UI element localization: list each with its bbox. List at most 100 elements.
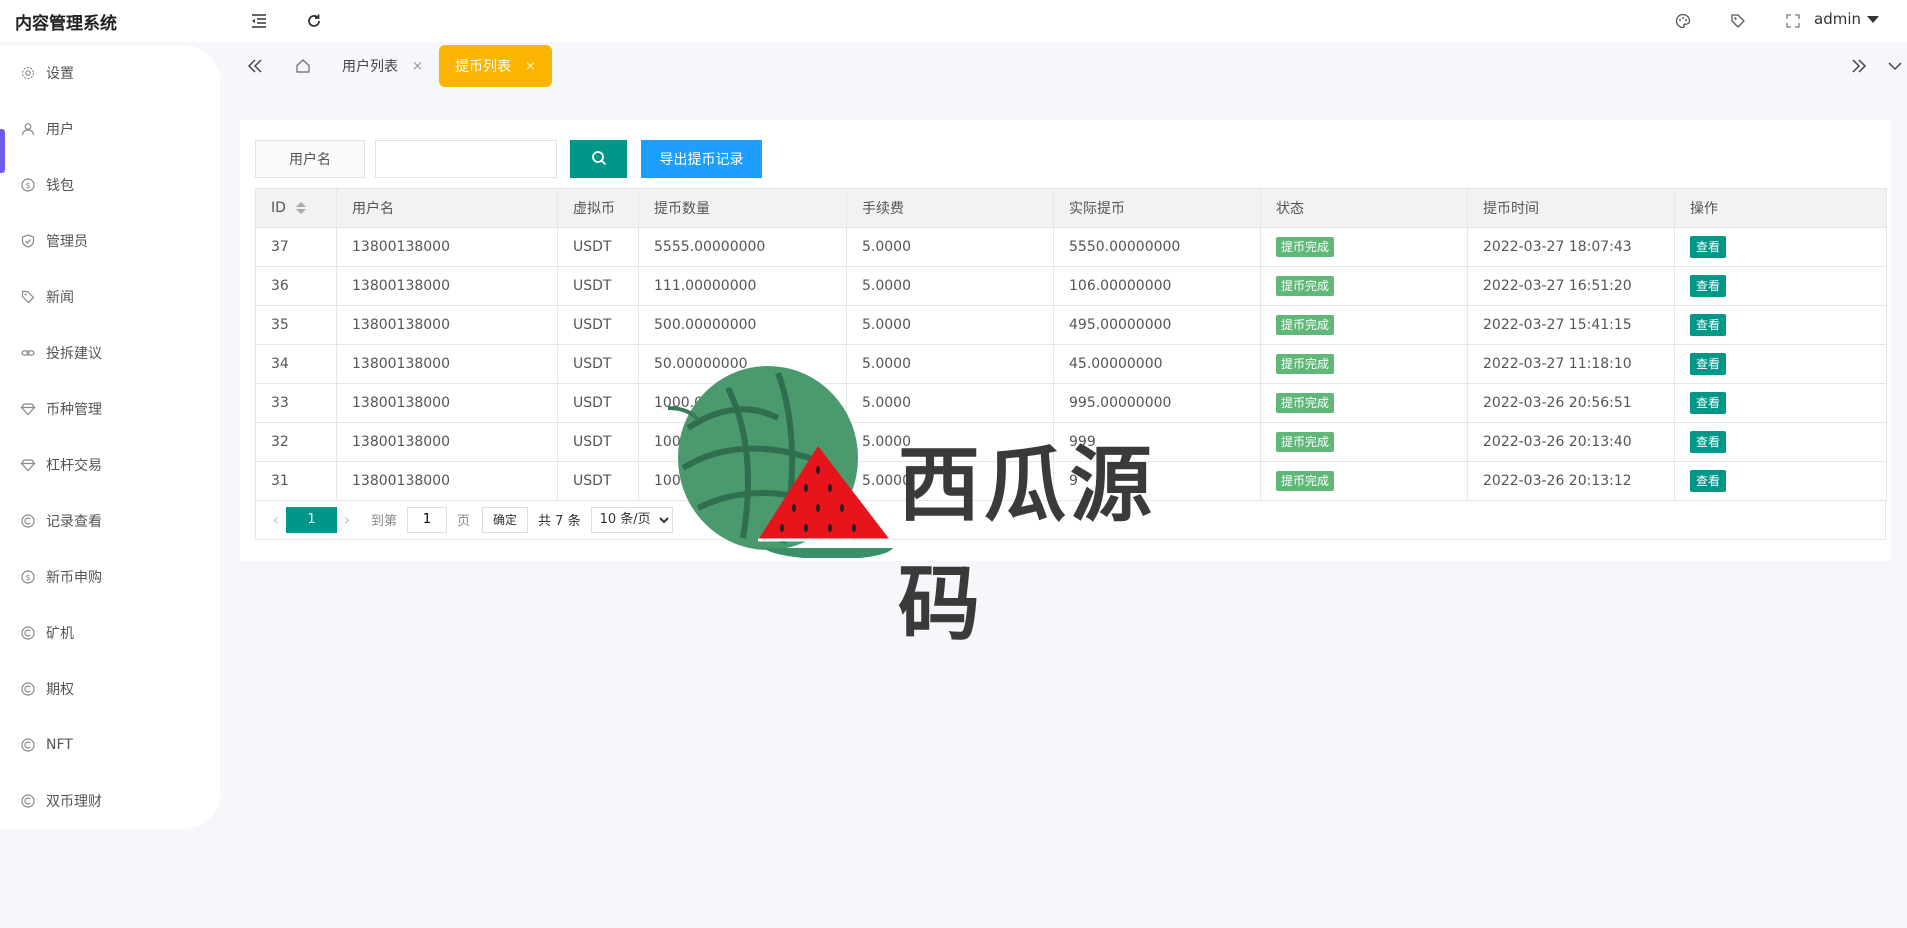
sidebar-item-label: 杠杆交易: [46, 458, 102, 474]
cell-amount: 10000: [638, 461, 847, 501]
tabs-scroll-left-icon[interactable]: [240, 51, 270, 81]
close-icon[interactable]: ×: [525, 59, 536, 74]
status-badge: 提币完成: [1276, 315, 1335, 335]
goto-confirm-button[interactable]: 确定: [482, 506, 529, 533]
cell-id: 34: [255, 344, 337, 384]
column-header: 手续费: [846, 188, 1054, 228]
status-badge: 提币完成: [1276, 276, 1335, 296]
sidebar-item-nft[interactable]: NFT: [0, 723, 220, 767]
status-badge: 提币完成: [1276, 354, 1335, 374]
search-icon: [591, 150, 607, 169]
link-icon: [20, 345, 36, 361]
cell-action: 查看: [1674, 344, 1887, 384]
cell-status: 提币完成: [1260, 344, 1468, 384]
cell-time: 2022-03-27 18:07:43: [1467, 227, 1675, 267]
cell-amount: 1000.000: [638, 383, 847, 423]
tabs-scroll-right-icon[interactable]: [1844, 51, 1874, 81]
view-button[interactable]: 查看: [1690, 470, 1727, 492]
diamond-icon: [20, 401, 36, 417]
dollar-icon: $: [20, 569, 36, 585]
view-button[interactable]: 查看: [1690, 236, 1727, 258]
cell-actual: 9: [1053, 461, 1261, 501]
tab-withdraw-list[interactable]: 提币列表 ×: [439, 45, 552, 87]
sidebar-item-dual-finance[interactable]: 双币理财: [0, 779, 220, 823]
view-button[interactable]: 查看: [1690, 431, 1727, 453]
sidebar-item-feedback[interactable]: 投拆建议: [0, 331, 220, 375]
cell-action: 查看: [1674, 383, 1887, 423]
sidebar-item-coin-management[interactable]: 币种管理: [0, 387, 220, 431]
cell-coin: USDT: [557, 461, 639, 501]
cell-username: 13800138000: [336, 266, 558, 306]
sidebar-item-admin[interactable]: 管理员: [0, 219, 220, 263]
cell-id: 31: [255, 461, 337, 501]
cell-id: 33: [255, 383, 337, 423]
table-row: 31 13800138000 USDT 10000 5.0000 9 提币完成 …: [255, 461, 1887, 501]
sidebar-item-label: 矿机: [46, 626, 74, 642]
username-search-input[interactable]: [375, 140, 557, 178]
sidebar: 设置 用户 $ 钱包 管理员 新闻 投拆建议 币种管理 杠杆交易 记录查看 $ …: [0, 45, 220, 829]
sidebar-item-label: 钱包: [46, 178, 74, 194]
goto-page-input[interactable]: [407, 506, 448, 533]
diamond-icon: [20, 457, 36, 473]
column-header: 状态: [1260, 188, 1468, 228]
sidebar-item-settings[interactable]: 设置: [0, 51, 220, 95]
fullscreen-icon[interactable]: [1782, 10, 1804, 32]
cell-username: 13800138000: [336, 461, 558, 501]
tab-user-list[interactable]: 用户列表 ×: [326, 45, 439, 87]
prev-page-icon[interactable]: ‹: [266, 507, 286, 533]
page-size-select[interactable]: 10 条/页: [590, 506, 673, 533]
status-badge: 提币完成: [1276, 237, 1335, 257]
sort-icon[interactable]: [295, 202, 306, 214]
table-row: 33 13800138000 USDT 1000.000 5.0000 995.…: [255, 383, 1887, 423]
cell-coin: USDT: [557, 422, 639, 462]
sidebar-item-label: 币种管理: [46, 402, 102, 418]
cell-amount: 5555.00000000: [638, 227, 847, 267]
column-header: 虚拟币: [557, 188, 639, 228]
sidebar-item-new-coin[interactable]: $ 新币申购: [0, 555, 220, 599]
column-header-id[interactable]: ID: [255, 188, 337, 228]
sidebar-item-news[interactable]: 新闻: [0, 275, 220, 319]
view-button[interactable]: 查看: [1690, 314, 1727, 336]
cell-username: 13800138000: [336, 305, 558, 345]
sidebar-item-options[interactable]: 期权: [0, 667, 220, 711]
app-title: 内容管理系统: [15, 14, 117, 34]
sidebar-item-wallet[interactable]: $ 钱包: [0, 163, 220, 207]
username: admin: [1814, 10, 1861, 28]
sidebar-item-label: 设置: [46, 66, 74, 82]
status-badge: 提币完成: [1276, 432, 1335, 452]
page-number-current[interactable]: 1: [286, 506, 337, 533]
tag-icon[interactable]: [1727, 10, 1749, 32]
sidebar-item-leverage[interactable]: 杠杆交易: [0, 443, 220, 487]
close-icon[interactable]: ×: [412, 59, 423, 74]
view-button[interactable]: 查看: [1690, 353, 1727, 375]
export-button[interactable]: 导出提币记录: [641, 140, 762, 178]
refresh-icon[interactable]: [303, 10, 325, 32]
sidebar-item-mining[interactable]: 矿机: [0, 611, 220, 655]
home-icon[interactable]: [288, 51, 318, 81]
sidebar-item-label: NFT: [46, 737, 73, 753]
cell-fee: 5.0000: [846, 266, 1054, 306]
chevron-down-icon[interactable]: [1880, 51, 1907, 81]
view-button[interactable]: 查看: [1690, 392, 1727, 414]
sidebar-item-records[interactable]: 记录查看: [0, 499, 220, 543]
search-button[interactable]: [570, 140, 627, 178]
cell-amount: 50.00000000: [638, 344, 847, 384]
next-page-icon[interactable]: ›: [337, 507, 357, 533]
palette-icon[interactable]: [1672, 10, 1694, 32]
cell-status: 提币完成: [1260, 266, 1468, 306]
cell-status: 提币完成: [1260, 227, 1468, 267]
top-header: 内容管理系统 admin: [0, 0, 1907, 42]
user-menu[interactable]: admin: [1814, 10, 1879, 28]
cell-fee: 5.0000: [846, 383, 1054, 423]
cell-actual: 45.00000000: [1053, 344, 1261, 384]
sidebar-item-user[interactable]: 用户: [0, 107, 220, 151]
cell-time: 2022-03-26 20:56:51: [1467, 383, 1675, 423]
sidebar-item-label: 管理员: [46, 234, 88, 250]
withdraw-table: ID 用户名 虚拟币 提币数量 手续费 实际提币 状态 提币时间 操作 37 1…: [255, 188, 1887, 501]
view-button[interactable]: 查看: [1690, 275, 1727, 297]
menu-fold-icon[interactable]: [248, 10, 270, 32]
search-label: 用户名: [255, 140, 365, 178]
cell-actual: 106.00000000: [1053, 266, 1261, 306]
cell-action: 查看: [1674, 305, 1887, 345]
table-row: 37 13800138000 USDT 5555.00000000 5.0000…: [255, 227, 1887, 267]
